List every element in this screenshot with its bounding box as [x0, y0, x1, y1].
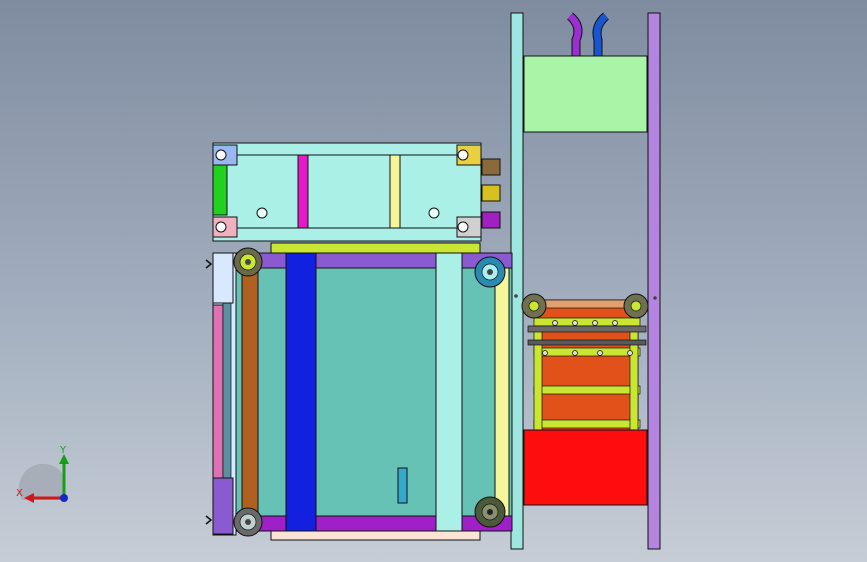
- y-axis-label: Y: [59, 445, 67, 456]
- cad-viewport[interactable]: Y X: [0, 0, 867, 562]
- main-frame[interactable]: [212, 242, 513, 541]
- x-axis-label: X: [16, 488, 23, 499]
- cad-model[interactable]: [0, 0, 867, 562]
- frame-wheel-top-right: [474, 256, 506, 288]
- frame-wheel-bottom-left: [233, 507, 263, 537]
- red-base-block[interactable]: [523, 429, 648, 506]
- top-green-box[interactable]: [523, 55, 648, 133]
- side-rack[interactable]: [521, 293, 649, 431]
- frame-wheel-bottom-right: [474, 496, 506, 528]
- frame-wheel-top-left: [233, 247, 263, 277]
- left-vertical-rail[interactable]: [510, 12, 524, 550]
- upper-module[interactable]: [212, 142, 501, 242]
- coordinate-triad: Y X: [16, 445, 69, 503]
- right-vertical-rail[interactable]: [647, 12, 661, 550]
